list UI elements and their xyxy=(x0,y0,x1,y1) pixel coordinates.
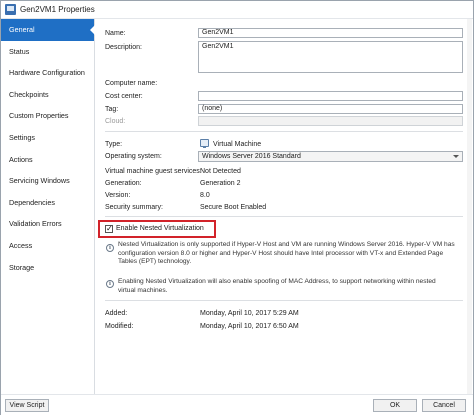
virtual-machine-icon xyxy=(200,139,209,148)
mac-spoofing-note: Enabling Nested Virtualization will also… xyxy=(118,278,466,295)
computer-name-label: Computer name: xyxy=(105,80,158,87)
generation-value: Generation 2 xyxy=(200,180,241,187)
guest-services-label: Virtual machine guest services: xyxy=(105,168,202,175)
ok-button[interactable]: OK xyxy=(373,399,417,412)
sidebar-item-access[interactable]: Access xyxy=(1,235,94,257)
modified-value: Monday, April 10, 2017 6:50 AM xyxy=(200,323,299,330)
cost-center-label: Cost center: xyxy=(105,93,143,100)
version-value: 8.0 xyxy=(200,192,210,199)
version-label: Version: xyxy=(105,192,131,199)
guest-services-value: Not Detected xyxy=(200,168,241,175)
added-label: Added: xyxy=(105,310,128,317)
type-value: Virtual Machine xyxy=(213,141,262,148)
title-bar: Gen2VM1 Properties xyxy=(1,1,473,19)
properties-dialog: Gen2VM1 Properties General Status Hardwa… xyxy=(0,0,474,415)
note-line: virtual machines. xyxy=(118,286,168,294)
sidebar-item-checkpoints[interactable]: Checkpoints xyxy=(1,84,94,106)
sidebar-item-status[interactable]: Status xyxy=(1,41,94,63)
cloud-field xyxy=(198,116,463,126)
sidebar-item-dependencies[interactable]: Dependencies xyxy=(1,192,94,214)
note-line: Nested Virtualization is only supported … xyxy=(118,241,455,248)
window-icon xyxy=(5,4,16,15)
section-divider xyxy=(105,300,463,301)
section-divider xyxy=(105,216,463,217)
general-panel: Name: Gen2VM1 Description: Gen2VM1 Compu… xyxy=(96,19,472,394)
os-select-value: Windows Server 2016 Standard xyxy=(202,153,301,160)
tag-field[interactable]: (none) xyxy=(198,104,463,114)
sidebar-item-general[interactable]: General xyxy=(1,19,95,41)
scrollbar[interactable] xyxy=(467,19,472,394)
sidebar-item-hardware-configuration[interactable]: Hardware Configuration xyxy=(1,62,94,84)
sidebar-item-storage[interactable]: Storage xyxy=(1,257,94,279)
sidebar-item-actions[interactable]: Actions xyxy=(1,149,94,171)
sidebar-item-validation-errors[interactable]: Validation Errors xyxy=(1,213,94,235)
type-label: Type: xyxy=(105,141,123,148)
generation-label: Generation: xyxy=(105,180,142,187)
cancel-button[interactable]: Cancel xyxy=(422,399,466,412)
security-summary-label: Security summary: xyxy=(105,204,163,211)
note-line: configuration version 8.0 or higher and … xyxy=(118,249,444,257)
security-summary-value: Secure Boot Enabled xyxy=(200,204,267,211)
dialog-footer: View Script OK Cancel xyxy=(1,394,473,415)
modified-label: Modified: xyxy=(105,323,134,330)
os-label: Operating system: xyxy=(105,153,162,160)
nested-virtualization-label[interactable]: Enable Nested Virtualization xyxy=(116,225,204,232)
tag-label: Tag: xyxy=(105,106,119,113)
sidebar-item-custom-properties[interactable]: Custom Properties xyxy=(1,105,94,127)
cloud-label: Cloud: xyxy=(105,118,126,125)
name-field[interactable]: Gen2VM1 xyxy=(198,28,463,38)
name-label: Name: xyxy=(105,30,126,37)
sidebar: General Status Hardware Configuration Ch… xyxy=(1,19,95,394)
info-icon: i xyxy=(106,280,114,288)
note-line: Enabling Nested Virtualization will also… xyxy=(118,278,436,285)
description-field[interactable]: Gen2VM1 xyxy=(198,41,463,73)
nested-virtualization-requirements-note: Nested Virtualization is only supported … xyxy=(118,241,466,267)
window-title: Gen2VM1 Properties xyxy=(20,5,95,14)
section-divider xyxy=(105,131,463,132)
chevron-down-icon xyxy=(453,155,459,158)
info-icon: i xyxy=(106,244,114,252)
note-line: Tables (EPT) technology. xyxy=(118,258,192,266)
view-script-button[interactable]: View Script xyxy=(5,399,49,412)
os-select[interactable]: Windows Server 2016 Standard xyxy=(198,151,463,162)
nested-virtualization-checkbox[interactable]: ✓ xyxy=(105,225,113,233)
sidebar-item-servicing-windows[interactable]: Servicing Windows xyxy=(1,170,94,192)
cost-center-field[interactable] xyxy=(198,91,463,101)
sidebar-item-settings[interactable]: Settings xyxy=(1,127,94,149)
description-label: Description: xyxy=(105,44,142,51)
added-value: Monday, April 10, 2017 5:29 AM xyxy=(200,310,299,317)
